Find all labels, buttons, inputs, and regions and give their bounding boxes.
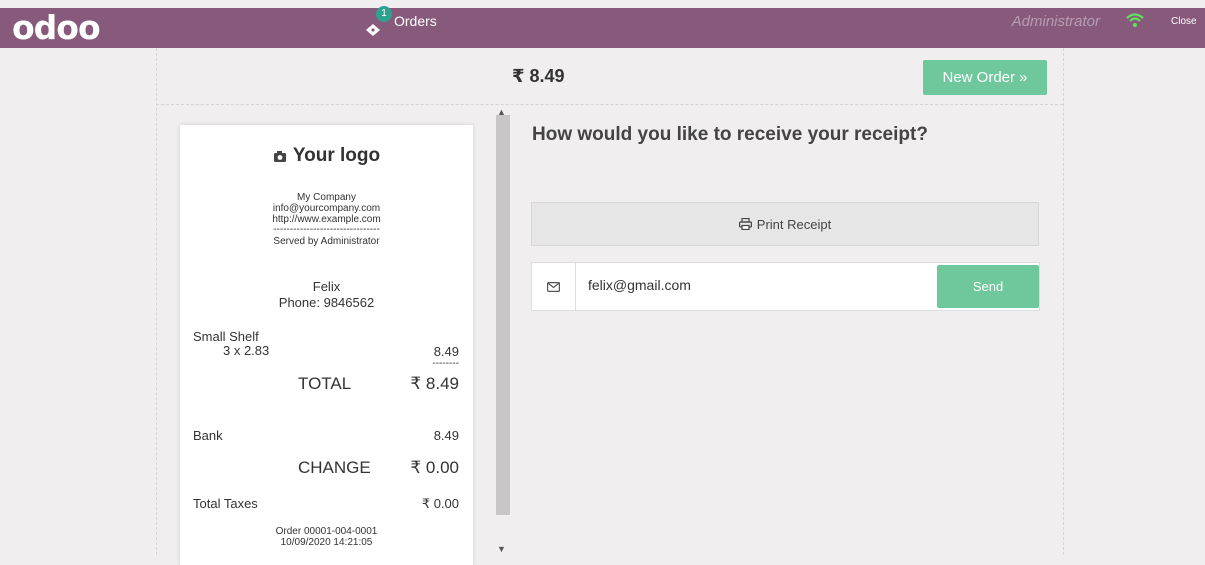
total-label: TOTAL [298, 374, 352, 393]
mail-icon-cell [532, 263, 576, 310]
order-total: ₹ 8.49 [512, 66, 565, 86]
total-value: ₹ 8.49 [410, 374, 459, 393]
amount-separator: -------- [432, 358, 459, 369]
orders-count-badge: 1 [376, 6, 392, 22]
order-date: 10/09/2020 14:21:05 [280, 537, 373, 548]
taxes-label: Total Taxes [193, 496, 258, 511]
order-reference: Order 00001-004-0001 [275, 526, 378, 537]
email-input[interactable] [588, 277, 928, 293]
receipt-content: Your logo My Company info@yourcompany.co… [180, 125, 473, 565]
served-by: Served by Administrator [273, 236, 380, 247]
new-order-button[interactable]: New Order » [923, 60, 1047, 95]
line-product: Small Shelf [193, 329, 259, 344]
payment-amount: 8.49 [433, 428, 459, 443]
envelope-icon [547, 281, 560, 292]
print-receipt-button[interactable]: Print Receipt [531, 202, 1039, 246]
divider [156, 104, 1063, 105]
receipt-question: How would you like to receive your recei… [532, 124, 928, 145]
taxes-value: ₹ 0.00 [421, 496, 459, 511]
email-receipt-row: Send [531, 262, 1040, 311]
printer-icon [738, 218, 752, 230]
orders-label: Orders [394, 13, 437, 29]
print-receipt-label: Print Receipt [756, 216, 832, 232]
customer-name: Felix [312, 279, 341, 294]
odoo-logo: odoo [12, 8, 101, 47]
line-qty-price: 3 x 2.83 [223, 343, 270, 358]
scroll-down-arrow[interactable]: ▼ [497, 544, 506, 554]
payment-method: Bank [193, 428, 223, 443]
company-email: info@yourcompany.com [272, 203, 381, 214]
line-amount: 8.49 [433, 344, 459, 359]
close-button[interactable]: Close [1171, 16, 1197, 27]
user-name[interactable]: Administrator [1012, 13, 1100, 30]
scrollbar[interactable] [496, 115, 510, 515]
change-label: CHANGE [298, 458, 371, 477]
camera-icon [273, 150, 286, 162]
ticket-icon [366, 24, 380, 36]
company-name: My Company [297, 192, 356, 203]
wifi-icon [1126, 13, 1144, 27]
receipt-logo-text: Your logo [292, 145, 381, 166]
change-value: ₹ 0.00 [410, 458, 459, 477]
receipt-logo: Your logo [180, 145, 473, 167]
receipt-separator: -------------------------------- [273, 224, 380, 235]
customer-phone: Phone: 9846562 [278, 295, 375, 310]
send-button[interactable]: Send [937, 265, 1039, 308]
